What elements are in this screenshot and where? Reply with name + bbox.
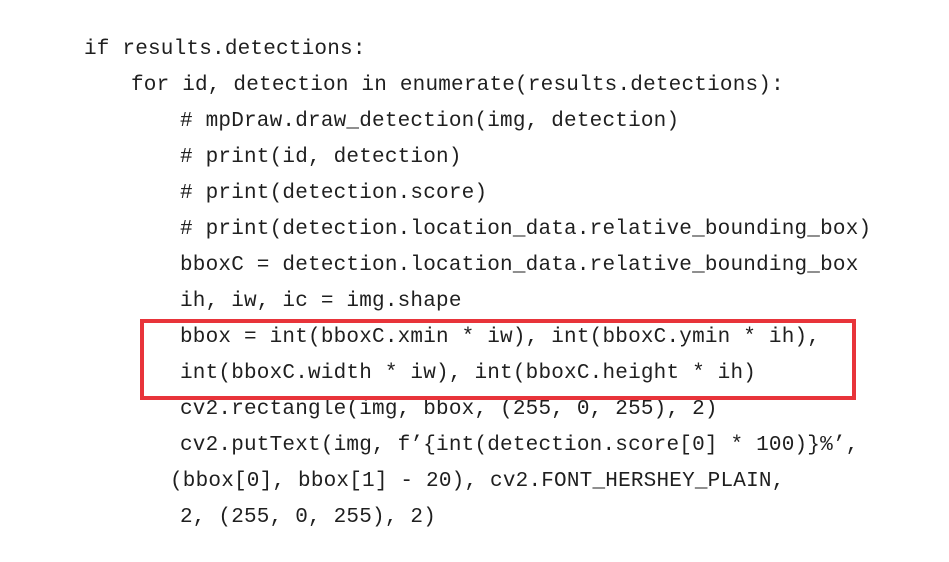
code-line-puttext-args-1: (bbox[0], bbox[1] - 20), cv2.FONT_HERSHE… (170, 470, 785, 493)
code-line-shape: ih, iw, ic = img.shape (180, 290, 462, 313)
code-line-comment-print-id: # print(id, detection) (180, 146, 462, 169)
code-line-comment-print-score: # print(detection.score) (180, 182, 488, 205)
code-line-if: if results.detections: (84, 38, 366, 61)
code-line-rectangle: cv2.rectangle(img, bbox, (255, 0, 255), … (180, 398, 718, 421)
code-line-puttext-args-2: 2, (255, 0, 255), 2) (180, 506, 437, 529)
code-line-puttext: cv2.putText(img, f’{int(detection.score[… (180, 434, 859, 457)
highlight-box (140, 319, 856, 400)
code-line-bboxc: bboxC = detection.location_data.relative… (180, 254, 859, 277)
code-line-comment-print-bbox: # print(detection.location_data.relative… (180, 218, 872, 241)
code-line-comment-draw: # mpDraw.draw_detection(img, detection) (180, 110, 680, 133)
code-line-for: for id, detection in enumerate(results.d… (131, 74, 784, 97)
code-block: if results.detections: for id, detection… (0, 0, 949, 562)
